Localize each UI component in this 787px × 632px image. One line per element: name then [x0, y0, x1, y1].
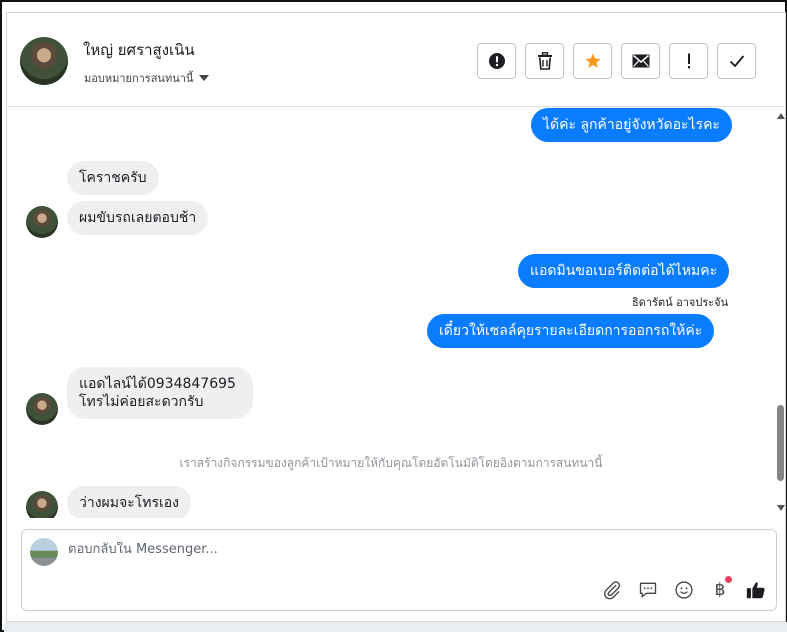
- contact-avatar-small: [26, 393, 58, 425]
- scrollbar-thumb[interactable]: [777, 405, 784, 481]
- baht-icon: ฿: [714, 580, 726, 600]
- notification-dot: [725, 576, 732, 583]
- message-bubble-outgoing[interactable]: เดี๋ยวให้เซลล์คุยรายละเอียดการออกรถให้ค่…: [427, 314, 715, 348]
- follow-up-button[interactable]: [669, 43, 708, 79]
- emoji-button[interactable]: [670, 576, 698, 604]
- window-frame: ใหญ่ ยศราสูงเนิน มอบหมายการสนทนานี้ ได้ค…: [0, 0, 787, 632]
- attach-button[interactable]: [598, 576, 626, 604]
- star-icon: [585, 53, 600, 68]
- thread-scrollbar[interactable]: [775, 109, 785, 515]
- page-avatar: [30, 538, 58, 566]
- contact-name[interactable]: ใหญ่ ยศราสูงเนิน: [83, 38, 195, 62]
- message-bubble-outgoing[interactable]: ได้ค่ะ ลูกค้าอยู่จังหวัดอะไรคะ: [531, 108, 732, 142]
- saved-replies-button[interactable]: [634, 576, 662, 604]
- assign-label: มอบหมายการสนทนานี้: [84, 72, 194, 85]
- header-actions: [477, 43, 756, 79]
- envelope-icon: [632, 54, 649, 68]
- message-bubble-outgoing[interactable]: แอดมินขอเบอร์ติดต่อได้ไหมคะ: [518, 254, 730, 288]
- message-bubble-incoming[interactable]: แอดไลน์ได้0934847695 โทรไม่ค่อยสะดวกรับ: [67, 367, 253, 419]
- paperclip-icon: [604, 581, 621, 600]
- conversation-header: ใหญ่ ยศราสูงเนิน มอบหมายการสนทนานี้: [7, 13, 785, 107]
- alert-circle-icon: [488, 53, 505, 69]
- composer-tools: ฿: [598, 576, 770, 604]
- checkmark-icon: [729, 55, 744, 68]
- contact-avatar[interactable]: [20, 37, 68, 85]
- reply-composer: ฿: [21, 529, 777, 611]
- message-thread: ได้ค่ะ ลูกค้าอยู่จังหวัดอะไรคะ โคราชครับ…: [7, 108, 775, 518]
- star-button[interactable]: [573, 43, 612, 79]
- spam-button[interactable]: [477, 43, 516, 79]
- thumbs-up-icon: [746, 582, 765, 599]
- delete-button[interactable]: [525, 43, 564, 79]
- message-bubble-incoming[interactable]: ผมขับรถเลยตอบช้า: [67, 201, 209, 235]
- message-line: แอดไลน์ได้0934847695: [79, 376, 236, 392]
- sender-name: ธิดารัตน์ อาจประจัน: [632, 296, 729, 309]
- scroll-down-arrow[interactable]: [777, 505, 785, 511]
- contact-avatar-small: [26, 206, 58, 238]
- scroll-up-arrow[interactable]: [777, 113, 785, 119]
- exclamation-icon: [687, 53, 690, 69]
- like-button[interactable]: [742, 576, 770, 604]
- speech-bubble-icon: [639, 582, 657, 598]
- message-bubble-incoming[interactable]: โคราชครับ: [67, 161, 159, 195]
- assign-conversation-dropdown[interactable]: มอบหมายการสนทนานี้: [84, 69, 210, 87]
- message-bubble-incoming[interactable]: ว่างผมจะโทรเอง: [67, 486, 192, 518]
- conversation-panel: ใหญ่ ยศราสูงเนิน มอบหมายการสนทนานี้ ได้ค…: [6, 12, 786, 622]
- message-line: โทรไม่ค่อยสะดวกรับ: [79, 394, 204, 410]
- mark-done-button[interactable]: [717, 43, 756, 79]
- payment-button[interactable]: ฿: [706, 576, 734, 604]
- bottom-strip: [4, 622, 787, 632]
- system-note: เราสร้างกิจกรรมของลูกค้าเป้าหมายให้กับคุ…: [179, 456, 603, 470]
- smiley-icon: [675, 581, 693, 599]
- mark-unread-button[interactable]: [621, 43, 660, 79]
- trash-icon: [537, 52, 552, 70]
- contact-avatar-small: [26, 491, 58, 518]
- caret-down-icon: [199, 75, 210, 81]
- reply-input[interactable]: [68, 542, 668, 557]
